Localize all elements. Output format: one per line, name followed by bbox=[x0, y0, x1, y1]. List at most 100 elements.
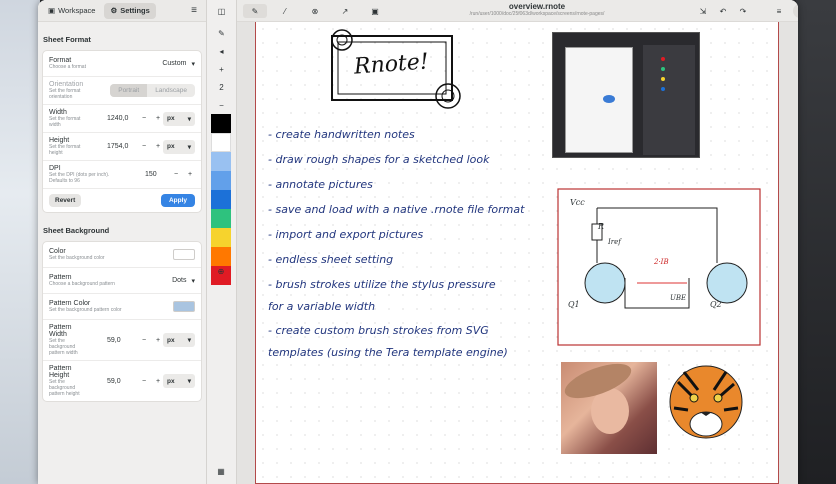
pattern-width-row: Pattern Width Set the background pattern … bbox=[43, 320, 201, 361]
minus-icon[interactable]: − bbox=[139, 115, 149, 122]
color-blue[interactable] bbox=[211, 171, 231, 190]
note-line: - brush strokes utilize the stylus press… bbox=[268, 278, 496, 291]
pattern-height-sub: Set the background pattern height bbox=[49, 379, 80, 397]
sheet[interactable]: Rnote! - create handwritten notes - draw… bbox=[255, 22, 779, 484]
chevron-down-icon: ▾ bbox=[187, 115, 191, 123]
color-yellow[interactable] bbox=[211, 228, 231, 247]
width-spinner[interactable]: 1240,0− + bbox=[107, 115, 163, 122]
circuit-r-label: R bbox=[598, 222, 605, 231]
circuit-q1-label: Q1 bbox=[568, 300, 580, 309]
selector-icon[interactable]: ↗ bbox=[333, 4, 357, 18]
typewriter-icon[interactable]: ▣ bbox=[363, 4, 387, 18]
sidebar-header: ▣ Workspace ⚙ Settings ≡ bbox=[38, 0, 206, 22]
plus-icon[interactable]: + bbox=[153, 143, 163, 150]
note-line: - save and load with a native .rnote fil… bbox=[268, 203, 525, 216]
hamburger-menu-icon[interactable]: ≡ bbox=[186, 3, 202, 19]
color-green[interactable] bbox=[211, 209, 231, 228]
plus-icon[interactable]: + bbox=[153, 378, 163, 385]
format-row[interactable]: Format Choose a format Custom ▾ bbox=[43, 51, 201, 77]
app-window: ▣ Workspace ⚙ Settings ≡ Sheet Format Fo… bbox=[38, 0, 798, 484]
color-row: Color Set the background color bbox=[43, 242, 201, 268]
note-line: - create handwritten notes bbox=[268, 128, 415, 141]
note-line: - draw rough shapes for a sketched look bbox=[268, 153, 490, 166]
pattern-width-value[interactable]: 59,0 bbox=[107, 337, 135, 344]
tiger-drawing bbox=[669, 365, 743, 439]
format-sub: Choose a format bbox=[49, 64, 86, 70]
chevron-down-icon: ▾ bbox=[187, 143, 191, 151]
header-bar: ✎ ⁄ ⊗ ↗ ▣ overview.rnote /run/user/1000/… bbox=[237, 0, 798, 22]
portrait-option[interactable]: Portrait bbox=[110, 84, 148, 97]
pattern-height-value[interactable]: 59,0 bbox=[107, 378, 135, 385]
plus-icon[interactable]: + bbox=[185, 171, 195, 178]
width-sub: Set the format width bbox=[49, 116, 81, 128]
pencil-icon[interactable]: ✎ bbox=[211, 26, 233, 40]
orientation-toggle[interactable]: Portrait Landscape bbox=[110, 84, 195, 97]
eraser-icon[interactable]: ⊗ bbox=[303, 4, 327, 18]
pattern-height-unit-dropdown[interactable]: px ▾ bbox=[163, 374, 195, 388]
height-unit-dropdown[interactable]: px ▾ bbox=[163, 139, 195, 154]
pattern-width-unit-dropdown[interactable]: px ▾ bbox=[163, 333, 195, 347]
format-dropdown[interactable]: Custom ▾ bbox=[162, 60, 195, 68]
desktop-background bbox=[0, 0, 40, 484]
pen-icon[interactable]: ✎ bbox=[243, 4, 267, 18]
landscape-option[interactable]: Landscape bbox=[147, 84, 195, 97]
close-icon[interactable]: × bbox=[793, 4, 798, 18]
width-row: Width Set the format width 1240,0− + px ▾ bbox=[43, 105, 201, 133]
minus-icon[interactable]: − bbox=[139, 378, 149, 385]
zoom-in-icon[interactable]: + bbox=[211, 62, 233, 76]
minus-icon[interactable]: − bbox=[171, 171, 181, 178]
revert-button[interactable]: Revert bbox=[49, 194, 82, 207]
orientation-sub: Set the format orientation bbox=[49, 88, 81, 100]
canvas-area[interactable]: Rnote! - create handwritten notes - draw… bbox=[237, 22, 798, 484]
color-light-blue[interactable] bbox=[211, 152, 231, 171]
pattern-row[interactable]: Pattern Choose a background pattern Dots ▾ bbox=[43, 268, 201, 294]
minus-icon[interactable]: − bbox=[139, 337, 149, 344]
pattern-width-spinner[interactable]: 59,0− + bbox=[107, 337, 163, 344]
tab-workspace[interactable]: ▣ Workspace bbox=[42, 3, 101, 19]
pattern-width-label: Pattern Width bbox=[49, 324, 72, 338]
plus-icon[interactable]: + bbox=[153, 115, 163, 122]
shaper-icon[interactable]: ⁄ bbox=[273, 4, 297, 18]
orientation-label: Orientation bbox=[49, 81, 84, 88]
height-unit: px bbox=[167, 143, 175, 150]
color-picker-icon[interactable]: ⊕ bbox=[210, 264, 232, 278]
dpi-spinner[interactable]: 150− + bbox=[145, 171, 195, 178]
color-white[interactable] bbox=[211, 133, 231, 152]
plus-icon[interactable]: + bbox=[153, 337, 163, 344]
pattern-color-button[interactable] bbox=[173, 301, 195, 312]
color-dark-blue[interactable] bbox=[211, 190, 231, 209]
color-palette bbox=[211, 114, 231, 285]
height-label: Height bbox=[49, 137, 70, 144]
width-unit: px bbox=[167, 115, 175, 122]
tab-settings-label: Settings bbox=[120, 6, 150, 15]
pattern-label: Pattern bbox=[49, 274, 72, 281]
tool-column: ◫ ✎ ◂ + 2 − ⊕ ▦ bbox=[207, 0, 237, 484]
minus-icon[interactable]: − bbox=[139, 143, 149, 150]
height-spinner[interactable]: 1754,0− + bbox=[107, 143, 163, 150]
background-color-button[interactable] bbox=[173, 249, 195, 260]
grid-icon[interactable]: ▦ bbox=[210, 464, 232, 478]
desktop-background-right bbox=[796, 0, 836, 484]
note-line: templates (using the Tera template engin… bbox=[268, 346, 508, 359]
pattern-height-spinner[interactable]: 59,0− + bbox=[107, 378, 163, 385]
menu-icon[interactable]: ≡ bbox=[767, 4, 791, 18]
sidebar-toggle-icon[interactable]: ◫ bbox=[211, 4, 233, 18]
color-black[interactable] bbox=[211, 114, 231, 133]
width-unit-dropdown[interactable]: px ▾ bbox=[163, 111, 195, 126]
height-row: Height Set the format height 1754,0− + px ▾ bbox=[43, 133, 201, 161]
height-value[interactable]: 1754,0 bbox=[107, 143, 135, 150]
pattern-color-label: Pattern Color bbox=[49, 300, 91, 307]
circuit-vcc-label: Vcc bbox=[570, 198, 585, 207]
tab-settings[interactable]: ⚙ Settings bbox=[104, 2, 156, 19]
dpi-value[interactable]: 150 bbox=[145, 171, 167, 178]
rnote-logo-text: Rnote! bbox=[353, 49, 430, 80]
circuit-ube-label: UBE bbox=[670, 294, 687, 302]
zoom-out-icon[interactable]: − bbox=[211, 98, 233, 112]
circuit-current-label: 2·IB bbox=[654, 258, 669, 266]
circuit-drawing bbox=[557, 188, 761, 346]
redo-icon[interactable]: ↷ bbox=[731, 4, 755, 18]
eraser-icon[interactable]: ◂ bbox=[211, 44, 233, 58]
apply-button[interactable]: Apply bbox=[160, 194, 195, 207]
pattern-dropdown[interactable]: Dots ▾ bbox=[172, 277, 195, 285]
width-value[interactable]: 1240,0 bbox=[107, 115, 135, 122]
